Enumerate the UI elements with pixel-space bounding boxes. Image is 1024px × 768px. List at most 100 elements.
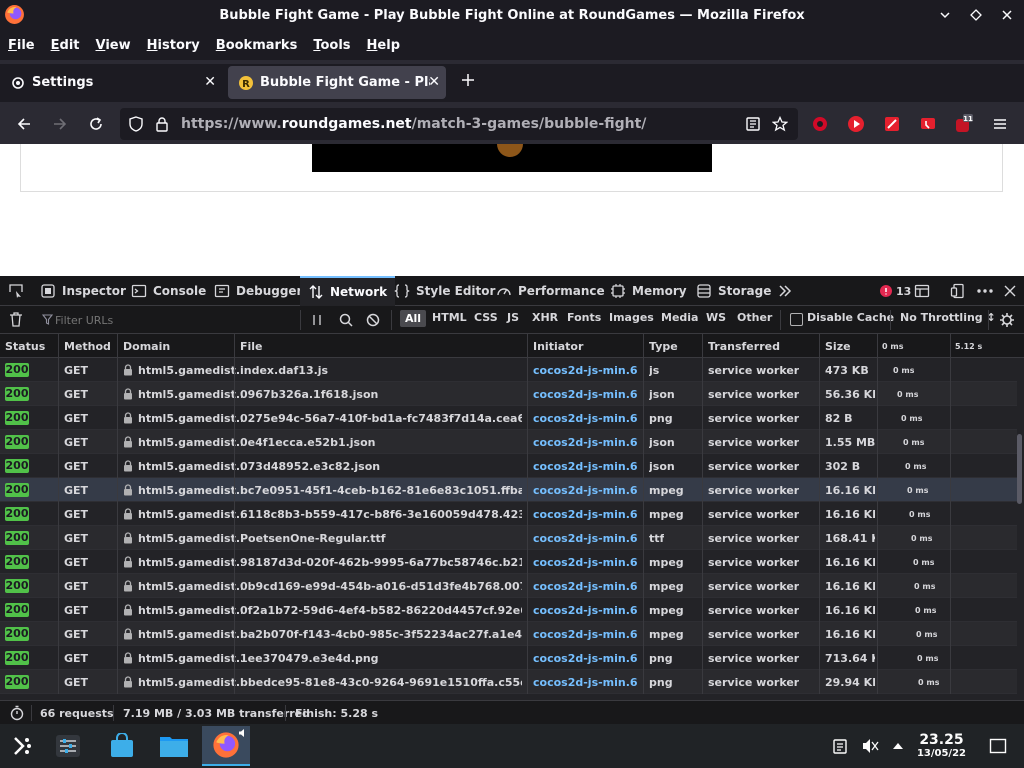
column-divider[interactable] xyxy=(58,334,59,694)
cell-initiator[interactable]: cocos2d-js-min.6f... xyxy=(533,628,637,641)
cell-initiator[interactable]: cocos2d-js-min.6f... xyxy=(533,580,637,593)
filter-type-ws[interactable]: WS xyxy=(706,311,726,324)
table-row[interactable]: 200 GET html5.gamedist... bbedce95-81e8-43c… xyxy=(0,670,1017,694)
extension-button[interactable] xyxy=(918,114,938,134)
filter-type-fonts[interactable]: Fonts xyxy=(567,311,601,324)
cell-initiator[interactable]: cocos2d-js-min.6f... xyxy=(533,556,637,569)
close-window-button[interactable] xyxy=(998,6,1016,24)
close-devtools-button[interactable] xyxy=(1004,276,1016,306)
menu-view[interactable]: View xyxy=(96,38,131,53)
tab-settings[interactable]: Settings ✕ xyxy=(0,66,222,99)
url-bar[interactable]: https://www.roundgames.net/match-3-games… xyxy=(120,108,798,140)
table-row[interactable]: 200 GET html5.gamedist... PoetsenOne-Regula… xyxy=(0,526,1017,550)
column-header-method[interactable]: Method xyxy=(64,340,111,353)
system-settings-button[interactable] xyxy=(50,728,86,764)
firefox-taskbar-button[interactable] xyxy=(202,726,250,766)
table-row[interactable]: 200 GET html5.gamedist... 0f2a1b72-59d6-4ef… xyxy=(0,598,1017,622)
column-header-size[interactable]: Size xyxy=(825,340,851,353)
extension-button[interactable]: 11 xyxy=(954,114,974,134)
table-row[interactable]: 200 GET html5.gamedist... 98187d3d-020f-462… xyxy=(0,550,1017,574)
element-picker-button[interactable] xyxy=(8,276,24,306)
forward-button[interactable] xyxy=(50,114,70,134)
column-divider[interactable] xyxy=(877,334,878,694)
filter-type-xhr[interactable]: XHR xyxy=(532,311,558,324)
disable-cache-checkbox[interactable] xyxy=(790,313,803,326)
url-text[interactable]: https://www.roundgames.net/match-3-games… xyxy=(181,116,646,132)
cell-initiator[interactable]: cocos2d-js-min.6f... xyxy=(533,604,637,617)
column-divider[interactable] xyxy=(117,334,118,694)
extension-button[interactable] xyxy=(882,114,902,134)
devtools-options-button[interactable] xyxy=(976,276,994,306)
menu-edit[interactable]: Edit xyxy=(51,38,80,53)
column-header-type[interactable]: Type xyxy=(649,340,678,353)
table-row[interactable]: 200 GET html5.gamedist... 1ee370479.e3e4d.p… xyxy=(0,646,1017,670)
shield-icon[interactable] xyxy=(128,116,144,132)
column-header-transferred[interactable]: Transferred xyxy=(708,340,780,353)
block-icon[interactable] xyxy=(366,313,380,327)
pause-icon[interactable] xyxy=(311,314,323,326)
search-icon[interactable] xyxy=(339,313,353,327)
disable-cache-label[interactable]: Disable Cache xyxy=(807,311,894,324)
column-divider[interactable] xyxy=(819,334,820,694)
system-tray-expand-button[interactable] xyxy=(880,728,916,764)
table-row[interactable]: 200 GET html5.gamedist... 0967b326a.1f618.j… xyxy=(0,382,1017,406)
column-divider[interactable] xyxy=(950,334,951,694)
table-row[interactable]: 200 GET html5.gamedist... 0e4f1ecca.e52b1.j… xyxy=(0,430,1017,454)
cell-initiator[interactable]: cocos2d-js-min.6f... xyxy=(533,364,637,377)
discover-store-button[interactable] xyxy=(104,728,140,764)
table-row[interactable]: 200 GET html5.gamedist... index.daf13.js coc… xyxy=(0,358,1017,382)
cell-initiator[interactable]: cocos2d-js-min.6f... xyxy=(533,412,637,425)
filter-type-other[interactable]: Other xyxy=(737,311,772,324)
cell-initiator[interactable]: cocos2d-js-min.6f... xyxy=(533,676,637,689)
devtools-tab-debugger[interactable]: Debugger xyxy=(208,276,308,306)
tab-bubble-fight[interactable]: R Bubble Fight Game - Play B ✕ xyxy=(228,66,446,99)
scrollbar-thumb[interactable] xyxy=(1017,434,1022,504)
split-console-button[interactable] xyxy=(914,276,930,306)
stopwatch-icon[interactable] xyxy=(9,705,25,721)
column-divider[interactable] xyxy=(643,334,644,694)
table-row[interactable]: 200 GET html5.gamedist... ba2b070f-f143-4cb… xyxy=(0,622,1017,646)
trash-icon[interactable] xyxy=(9,312,23,327)
devtools-tab-memory[interactable]: Memory xyxy=(604,276,693,306)
app-launcher-button[interactable] xyxy=(4,728,40,764)
back-button[interactable] xyxy=(14,114,34,134)
devtools-overflow-button[interactable] xyxy=(778,276,792,306)
table-row[interactable]: 200 GET html5.gamedist... bc7e0951-45f1-4ce… xyxy=(0,478,1017,502)
maximize-button[interactable] xyxy=(967,6,985,24)
devtools-tab-performance[interactable]: Performance xyxy=(490,276,611,306)
lock-icon[interactable] xyxy=(154,116,170,132)
filter-type-media[interactable]: Media xyxy=(661,311,698,324)
filter-type-html[interactable]: HTML xyxy=(432,311,467,324)
table-row[interactable]: 200 GET html5.gamedist... 0b9cd169-e99d-454… xyxy=(0,574,1017,598)
cell-initiator[interactable]: cocos2d-js-min.6f... xyxy=(533,388,637,401)
table-row[interactable]: 200 GET html5.gamedist... 6118c8b3-b559-417… xyxy=(0,502,1017,526)
menu-file[interactable]: File xyxy=(8,38,35,53)
cell-initiator[interactable]: cocos2d-js-min.6f... xyxy=(533,460,637,473)
cell-initiator[interactable]: cocos2d-js-min.6f... xyxy=(533,652,637,665)
bookmark-star-icon[interactable] xyxy=(772,116,788,132)
minimize-button[interactable] xyxy=(936,6,954,24)
column-header-status[interactable]: Status xyxy=(5,340,45,353)
show-desktop-button[interactable] xyxy=(980,728,1016,764)
settings-gear-icon[interactable] xyxy=(999,312,1015,328)
digital-clock[interactable]: 23.25 13/05/22 xyxy=(917,732,966,759)
reload-button[interactable] xyxy=(86,114,106,134)
menu-tools[interactable]: Tools xyxy=(313,38,350,53)
cell-initiator[interactable]: cocos2d-js-min.6f... xyxy=(533,532,637,545)
menu-history[interactable]: History xyxy=(147,38,200,53)
table-row[interactable]: 200 GET html5.gamedist... 073d48952.e3c82.j… xyxy=(0,454,1017,478)
game-canvas[interactable] xyxy=(312,144,712,172)
devtools-tab-network[interactable]: Network xyxy=(300,276,396,306)
close-tab-icon[interactable]: ✕ xyxy=(204,74,216,90)
column-header-file[interactable]: File xyxy=(240,340,263,353)
column-divider[interactable] xyxy=(702,334,703,694)
filter-urls-input[interactable] xyxy=(55,310,295,330)
filter-type-images[interactable]: Images xyxy=(609,311,654,324)
dock-toggle-button[interactable] xyxy=(950,276,966,306)
reader-view-icon[interactable] xyxy=(745,116,761,132)
column-divider[interactable] xyxy=(234,334,235,694)
new-tab-button[interactable] xyxy=(460,72,476,92)
app-menu-button[interactable] xyxy=(990,114,1010,134)
column-divider[interactable] xyxy=(527,334,528,694)
cell-initiator[interactable]: cocos2d-js-min.6f... xyxy=(533,484,637,497)
